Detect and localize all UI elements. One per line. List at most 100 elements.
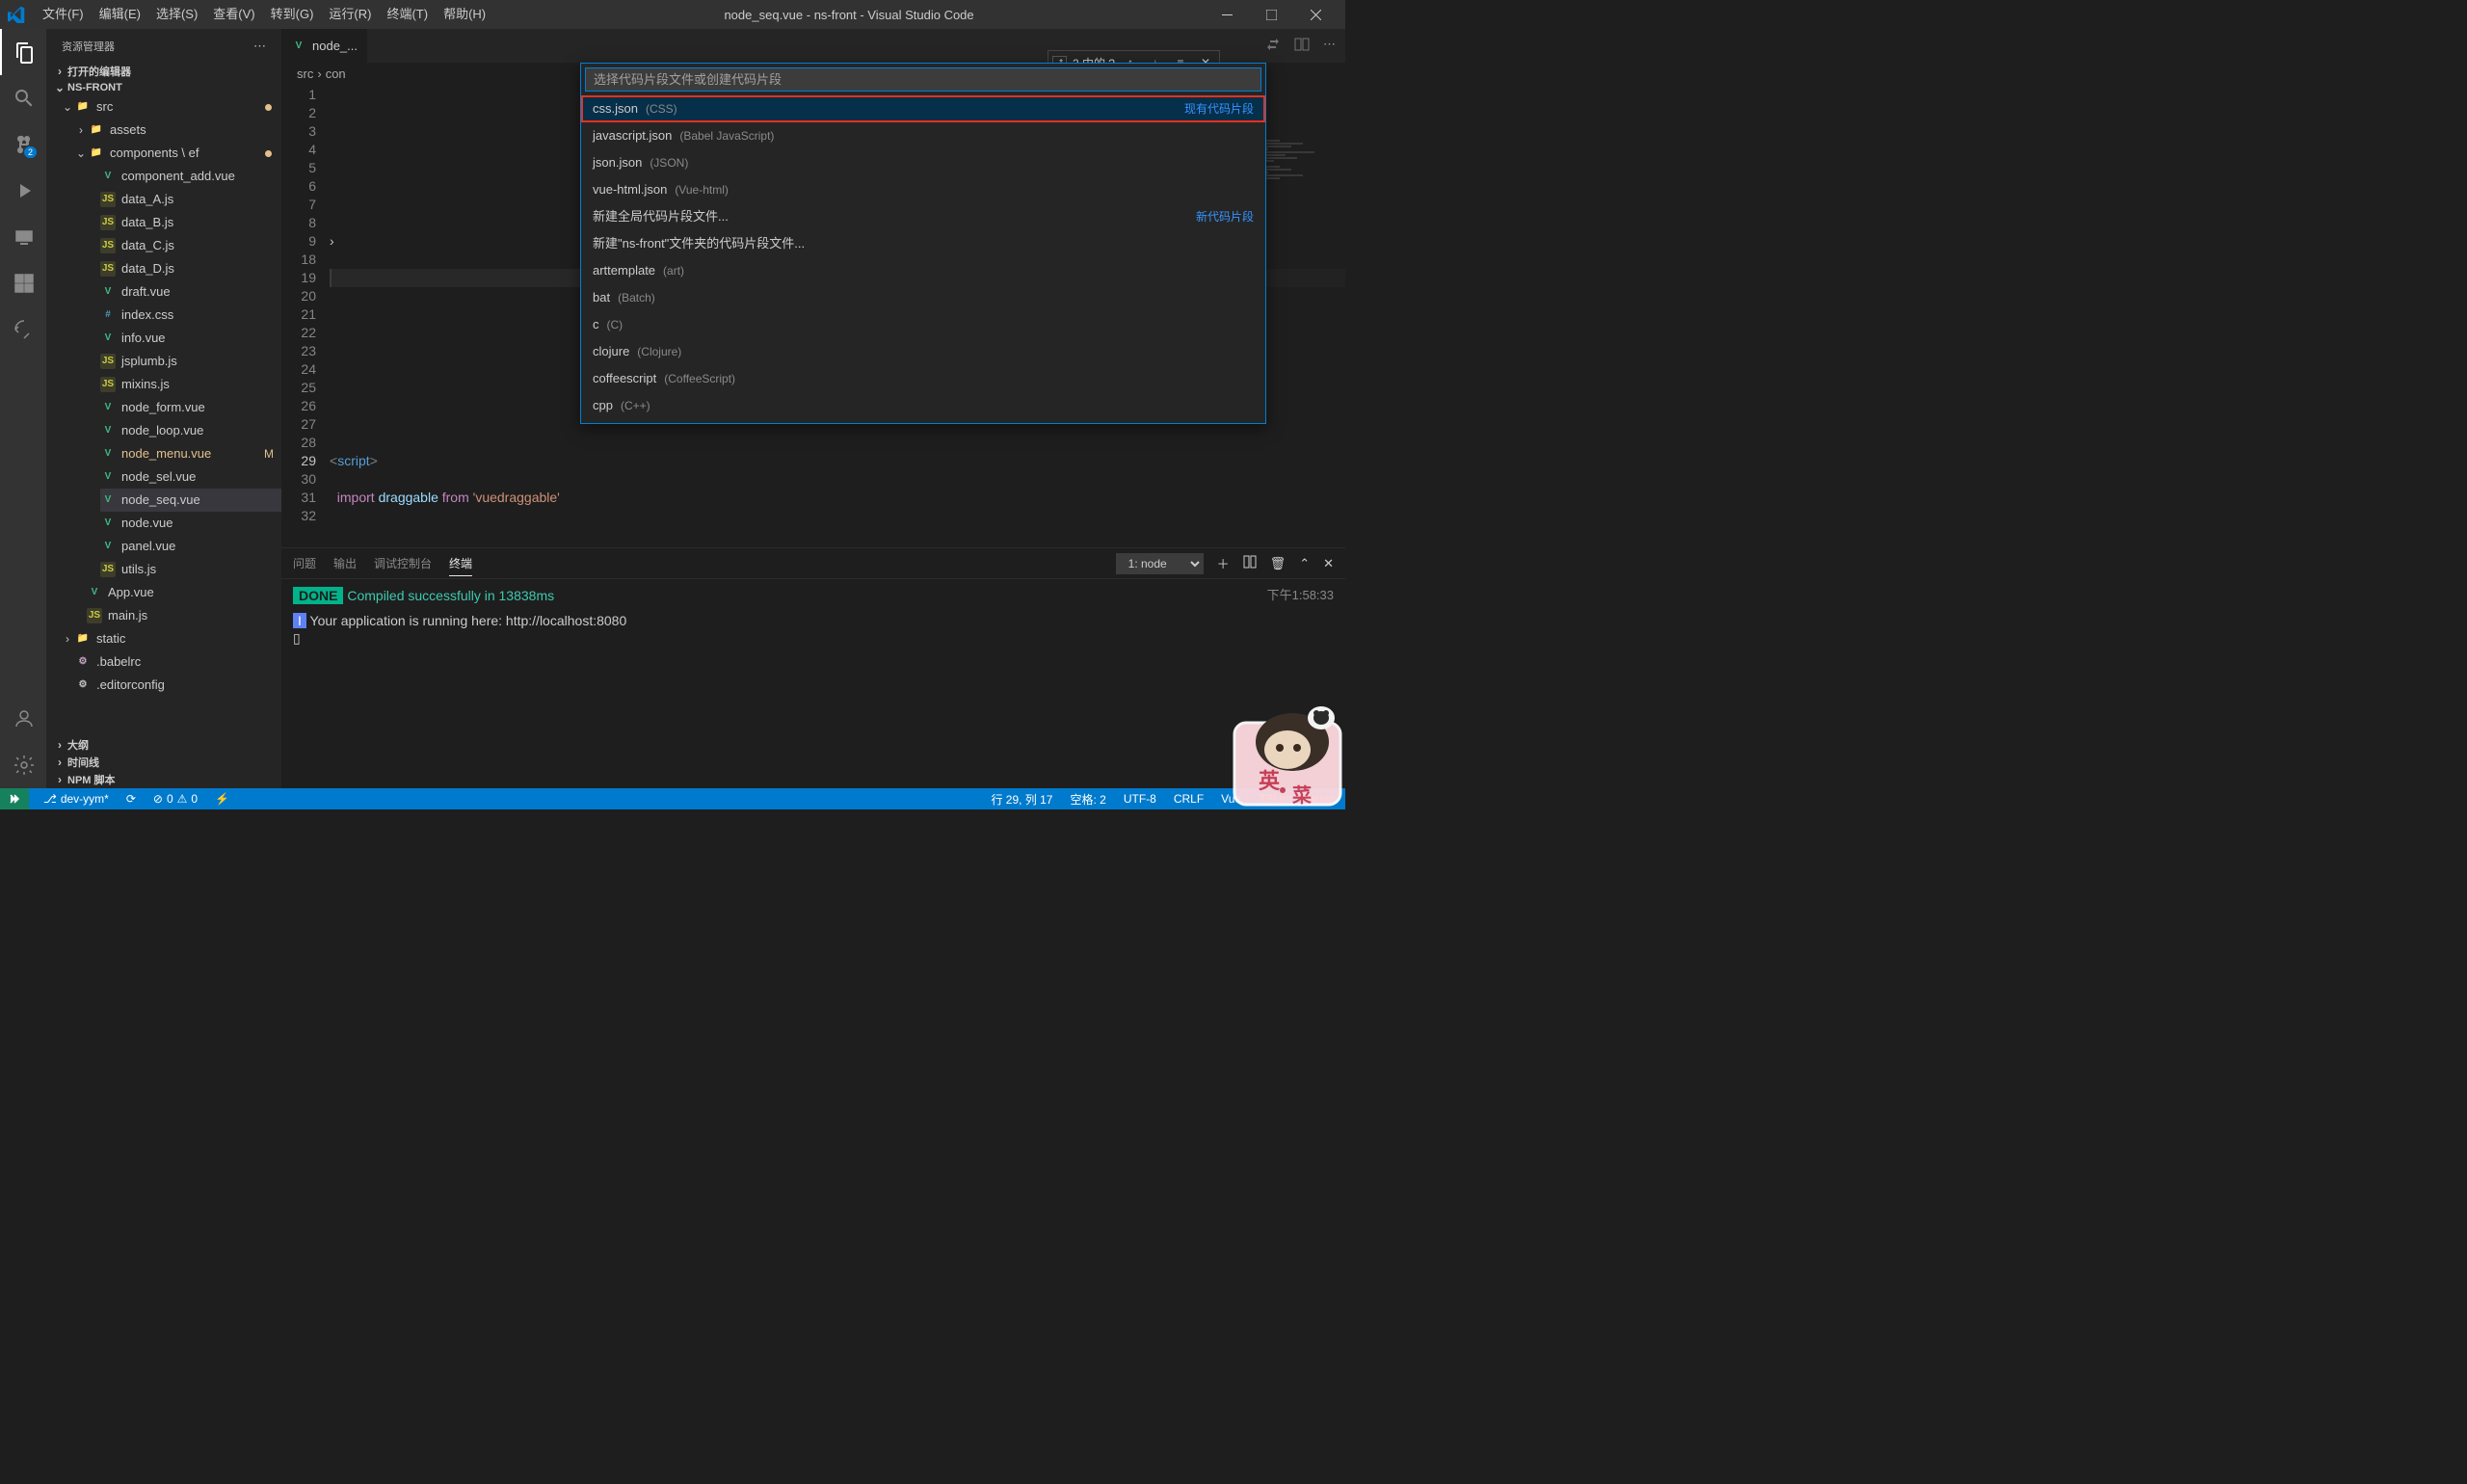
terminal-tab[interactable]: 终端 [449,551,472,576]
folder-assets[interactable]: ›📁assets [73,119,281,142]
split-icon[interactable] [1294,37,1310,55]
file-item[interactable]: JSutils.js [100,558,281,581]
git-branch[interactable]: ⎇ dev-yym* [40,792,112,806]
search-icon[interactable] [0,75,46,121]
run-icon[interactable] [0,168,46,214]
quickpick-item[interactable]: 新建"ns-front"文件夹的代码片段文件... [581,230,1265,257]
npm-header[interactable]: ›NPM 脚本 [46,771,281,788]
file-item[interactable]: Vnode.vue [100,512,281,535]
split-terminal-icon[interactable] [1243,555,1257,571]
tslint-status[interactable]: TSLint: Warnin [1256,792,1338,806]
explorer-icon[interactable] [0,29,46,75]
file-item[interactable]: #index.css [100,304,281,327]
quickpick-item[interactable]: json.json(JSON) [581,149,1265,176]
editor-area: V node_... ⋯ src›con .* 2 中的 ? ↑ ↓ ≡ ✕ 1… [281,29,1345,788]
encoding-status[interactable]: UTF-8 [1121,792,1159,806]
file-item[interactable]: Vpanel.vue [100,535,281,558]
remote-status[interactable] [0,788,29,809]
file-item[interactable]: JSdata_C.js [100,234,281,257]
cursor-position[interactable]: 行 29, 列 17 [988,791,1055,808]
file-item[interactable]: JSmain.js [73,604,281,627]
file-item[interactable]: JSmixins.js [100,373,281,396]
quickpick-item[interactable]: csharp(C#) [581,419,1265,423]
menu-run[interactable]: 运行(R) [321,0,379,29]
file-item[interactable]: JSjsplumb.js [100,350,281,373]
outline-header[interactable]: ›大纲 [46,736,281,754]
terminal-selector[interactable]: 1: node [1116,553,1204,574]
quickpick-item[interactable]: clojure(Clojure) [581,338,1265,365]
quickpick-item[interactable]: css.json(CSS)现有代码片段 [581,95,1265,122]
chevron-up-icon[interactable]: ⌃ [1299,556,1310,571]
file-item[interactable]: VApp.vue [73,581,281,604]
goto-icon[interactable] [0,306,46,353]
quickpick-item[interactable]: javascript.json(Babel JavaScript) [581,122,1265,149]
folder-src[interactable]: ⌄📁src [60,95,281,119]
file-item[interactable]: Vcomponent_add.vue [100,165,281,188]
indent-status[interactable]: 空格: 2 [1067,791,1108,808]
scm-badge: 2 [24,146,37,158]
account-icon[interactable] [0,696,46,742]
quickpick-item[interactable]: 新建全局代码片段文件...新代码片段 [581,203,1265,230]
remote-icon[interactable] [0,214,46,260]
more-icon[interactable]: ⋯ [1323,37,1336,55]
quickpick-item[interactable]: coffeescript(CoffeeScript) [581,365,1265,392]
quickpick-item[interactable]: vue-html.json(Vue-html) [581,176,1265,203]
file-item[interactable]: Vnode_menu.vueM [100,442,281,465]
close-button[interactable] [1293,0,1338,29]
scm-icon[interactable]: 2 [0,121,46,168]
compare-icon[interactable] [1265,37,1281,55]
extensions-icon[interactable] [0,260,46,306]
file-item[interactable]: JSdata_A.js [100,188,281,211]
timeline-header[interactable]: ›时间线 [46,754,281,771]
minimize-button[interactable] [1205,0,1249,29]
lang-status[interactable]: Vue [1218,792,1244,806]
menu-help[interactable]: 帮助(H) [436,0,493,29]
file-item[interactable]: Vnode_form.vue [100,396,281,419]
menu-terminal[interactable]: 终端(T) [379,0,436,29]
menu-edit[interactable]: 编辑(E) [92,0,148,29]
settings-icon[interactable] [0,742,46,788]
quickpick-item[interactable]: arttemplate(art) [581,257,1265,284]
done-badge: DONE [293,587,343,604]
statusbar: ⎇ dev-yym* ⟳ ⊘ 0 ⚠ 0 ⚡ 行 29, 列 17 空格: 2 … [0,788,1345,809]
quickpick-item[interactable]: bat(Batch) [581,284,1265,311]
tab-active[interactable]: V node_... [281,29,368,63]
menu-go[interactable]: 转到(G) [263,0,322,29]
openeditors-header[interactable]: ›打开的编辑器 [46,63,281,80]
file-item[interactable]: JSdata_B.js [100,211,281,234]
vscode-logo-icon [8,6,25,23]
file-item[interactable]: JSdata_D.js [100,257,281,280]
workspace-header[interactable]: ⌄NS-FRONT [46,80,281,95]
terminal-body[interactable]: 下午1:58:33 DONE Compiled successfully in … [281,579,1345,788]
menu-select[interactable]: 选择(S) [148,0,205,29]
file-babelrc[interactable]: ›⚙.babelrc [60,650,281,674]
folder-static[interactable]: ›📁static [60,627,281,650]
file-item[interactable]: Vnode_loop.vue [100,419,281,442]
trash-icon[interactable]: 🗑 [1270,556,1287,571]
file-item[interactable]: Vnode_sel.vue [100,465,281,489]
file-item[interactable]: Vinfo.vue [100,327,281,350]
problems-status[interactable]: ⊘ 0 ⚠ 0 [150,792,200,806]
broadcast-icon[interactable]: ⚡ [212,792,232,806]
more-icon[interactable]: ⋯ [253,39,266,54]
problems-tab[interactable]: 问题 [293,551,316,575]
terminal-time: 下午1:58:33 [1267,587,1334,604]
menu-view[interactable]: 查看(V) [205,0,262,29]
debug-tab[interactable]: 调试控制台 [374,551,432,575]
eol-status[interactable]: CRLF [1171,792,1207,806]
output-tab[interactable]: 输出 [333,551,357,575]
file-editorconfig[interactable]: ›⚙.editorconfig [60,674,281,697]
sync-status[interactable]: ⟳ [123,792,139,806]
quickpick-item[interactable]: c(C) [581,311,1265,338]
file-item[interactable]: Vdraft.vue [100,280,281,304]
quickpick: css.json(CSS)现有代码片段 javascript.json(Babe… [580,63,1266,424]
folder-components[interactable]: ⌄📁components \ ef [73,142,281,165]
quickpick-input[interactable] [585,67,1261,92]
menu-file[interactable]: 文件(F) [35,0,92,29]
maximize-button[interactable] [1249,0,1293,29]
file-item[interactable]: Vnode_seq.vue [100,489,281,512]
tab-label: node_... [312,39,358,53]
close-icon[interactable]: ✕ [1323,556,1334,571]
quickpick-item[interactable]: cpp(C++) [581,392,1265,419]
new-terminal-icon[interactable]: ＋ [1217,554,1230,572]
